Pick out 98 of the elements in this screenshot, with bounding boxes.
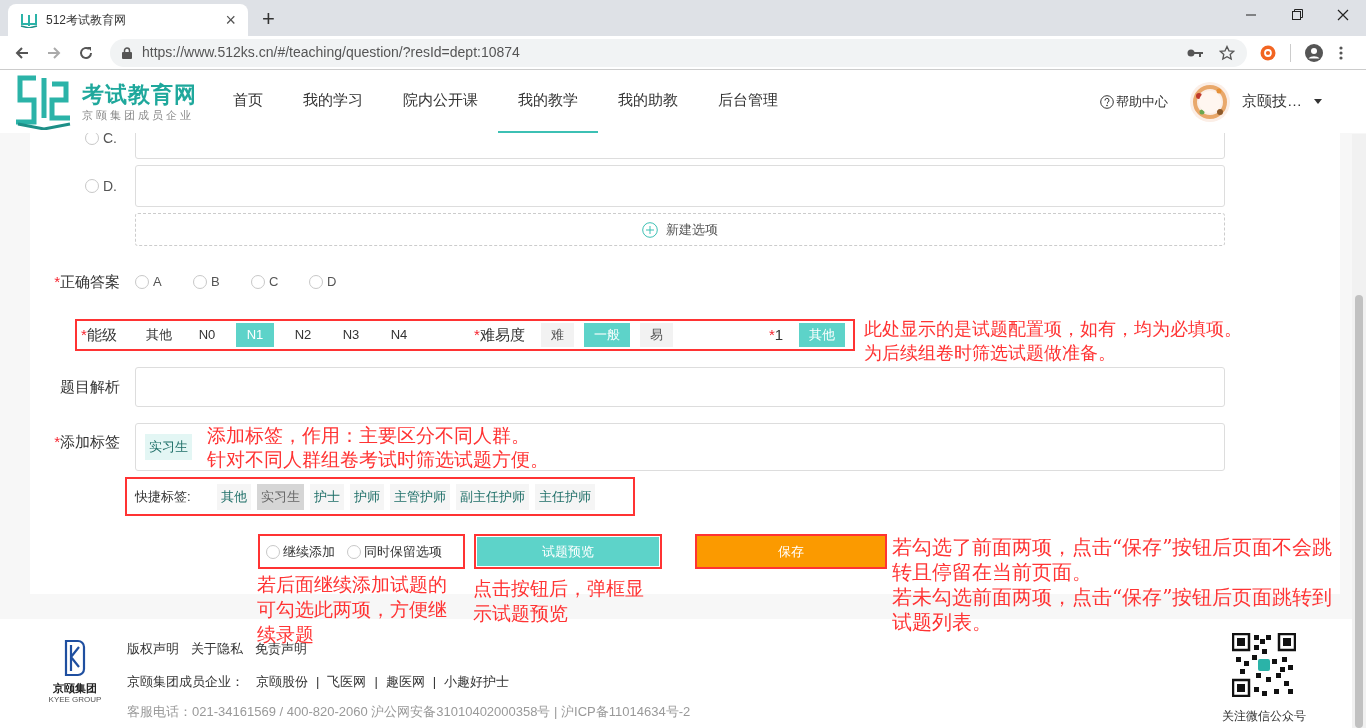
tag-chip[interactable]: 实习生 bbox=[145, 434, 192, 460]
footer-label: 京颐集团成员企业： bbox=[127, 672, 244, 691]
key-icon[interactable] bbox=[1187, 47, 1203, 58]
field-label: 快捷标签: bbox=[135, 487, 192, 506]
choice-label: A bbox=[153, 273, 162, 292]
quick-tag[interactable]: 护师 bbox=[350, 483, 384, 510]
more-menu-icon[interactable] bbox=[1339, 44, 1343, 61]
qr-code-drawing bbox=[1232, 633, 1296, 697]
brand-name: 考试教育网 bbox=[82, 81, 197, 108]
footer-link[interactable]: 关于隐私 bbox=[191, 639, 243, 659]
option-label: 同时保留选项 bbox=[364, 542, 442, 561]
radio-button[interactable] bbox=[347, 544, 361, 559]
option-tag[interactable]: N2 bbox=[284, 323, 322, 347]
profile-icon[interactable] bbox=[1305, 43, 1323, 62]
annotation-note: 此处显示的是试题配置项，如有，均为必填项。 bbox=[864, 317, 1243, 341]
star-icon[interactable] bbox=[1219, 44, 1235, 61]
separator-text: | bbox=[316, 672, 320, 691]
quick-tag[interactable]: 主管护师 bbox=[390, 483, 450, 510]
radio-button[interactable] bbox=[251, 275, 265, 289]
address-bar[interactable]: https://www.512ks.cn/#/teaching/question/?resId=dept:10874 bbox=[110, 38, 1247, 67]
field-label: 1 bbox=[774, 324, 784, 345]
field-label: 能级 bbox=[86, 324, 117, 345]
annotation-note: 若勾选了前面两项，点击“保存”按钮后页面不会跳转且停留在当前页面。 bbox=[892, 535, 1334, 585]
choice-label: B bbox=[211, 273, 220, 292]
book-icon bbox=[20, 12, 38, 28]
kyee-logo-icon bbox=[63, 639, 87, 677]
scrollbar-thumb[interactable] bbox=[1355, 295, 1363, 728]
separator-text: | bbox=[374, 672, 378, 691]
option-label: C. bbox=[103, 133, 117, 148]
footer-link[interactable]: 版权声明 bbox=[127, 639, 179, 659]
required-mark: * bbox=[769, 324, 775, 345]
choice-label: D bbox=[327, 273, 337, 292]
quick-tag[interactable]: 护士 bbox=[310, 483, 344, 510]
forward-icon[interactable] bbox=[46, 44, 62, 61]
required-mark: * bbox=[81, 324, 87, 345]
help-icon bbox=[1100, 94, 1114, 109]
nav-tab[interactable]: 首页 bbox=[213, 70, 283, 133]
separator-text: | bbox=[432, 672, 437, 691]
browser-tab[interactable]: 512考试教育网 × bbox=[8, 4, 248, 36]
field-label: 正确答案 bbox=[60, 271, 120, 292]
tab-title: 512考试教育网 bbox=[46, 12, 128, 29]
logo-text: 京颐集团 bbox=[53, 683, 97, 694]
brand-tagline: 京颐集团成员企业 bbox=[82, 107, 195, 122]
choice-label: C bbox=[269, 273, 279, 292]
required-mark: * bbox=[54, 271, 60, 292]
nav-tab[interactable]: 我的助教 bbox=[598, 70, 698, 133]
caret-icon[interactable] bbox=[1314, 99, 1322, 104]
option-tag[interactable]: 其他 bbox=[140, 323, 178, 347]
new-tab-button[interactable]: + bbox=[262, 8, 275, 30]
footer-link[interactable]: 小趣好护士 bbox=[444, 671, 510, 691]
field-label: 题目解析 bbox=[60, 376, 120, 397]
option-tag[interactable]: 难 bbox=[540, 323, 574, 347]
url-text: https://www.512ks.cn/#/teaching/question/?resId=dept:10874 bbox=[142, 43, 521, 62]
required-mark: * bbox=[54, 432, 60, 452]
quick-tag[interactable]: 主任护师 bbox=[535, 483, 595, 510]
analysis-input[interactable] bbox=[135, 367, 1225, 407]
contact-text: 客服电话：021-34161569 / 400-820-2060 沪公网安备31010402000358号 | 沪ICP备11014634号-2 bbox=[127, 703, 691, 721]
option-label: D. bbox=[103, 176, 117, 196]
annotation-note: 针对不同人群组卷考试时筛选试题方便。 bbox=[207, 447, 550, 471]
close-tab-button[interactable]: × bbox=[225, 11, 236, 29]
annotation-note: 添加标签，作用：主要区分不同人群。 bbox=[207, 423, 531, 447]
quick-tag[interactable]: 其他 bbox=[217, 483, 251, 510]
option-input[interactable] bbox=[135, 165, 1225, 207]
radio-button[interactable] bbox=[85, 179, 99, 193]
footer-link[interactable]: 趣医网 bbox=[385, 671, 425, 691]
radio-button[interactable] bbox=[266, 544, 280, 559]
field-label: 添加标签 bbox=[60, 432, 120, 452]
lock-icon bbox=[122, 46, 132, 59]
radio-button[interactable] bbox=[85, 133, 99, 145]
option-tag[interactable]: N3 bbox=[332, 323, 370, 347]
reload-icon[interactable] bbox=[78, 44, 94, 61]
required-mark: * bbox=[474, 324, 480, 345]
option-label: 继续添加 bbox=[283, 542, 335, 561]
user-name[interactable]: 京颐技… bbox=[1242, 90, 1302, 113]
option-tag[interactable]: 易 bbox=[639, 323, 673, 347]
radio-button[interactable] bbox=[135, 275, 149, 289]
footer-link[interactable]: 京颐股份 bbox=[256, 671, 308, 691]
extension-icon[interactable] bbox=[1260, 44, 1276, 61]
help-link[interactable]: 帮助中心 bbox=[1100, 91, 1168, 112]
annotation-note: 点击按钮后，弹框显示试题预览 bbox=[473, 576, 645, 626]
annotation-note: 若未勾选前面两项，点击“保存”按钮后页面跳转到试题列表。 bbox=[892, 585, 1334, 635]
back-icon[interactable] bbox=[14, 44, 30, 61]
plus-circle-icon bbox=[642, 221, 658, 238]
add-option-button[interactable]: 新建选项 bbox=[135, 213, 1225, 246]
quick-tag[interactable]: 副主任护师 bbox=[456, 483, 529, 510]
annotation-note: 若后面继续添加试题的可勾选此两项，方便继续录题 bbox=[257, 572, 448, 645]
nav-tab[interactable]: 我的学习 bbox=[283, 70, 383, 133]
logo-subtext: KYEE GROUP bbox=[48, 696, 102, 704]
field-label: 难易度 bbox=[479, 324, 525, 345]
radio-button[interactable] bbox=[309, 275, 323, 289]
qr-caption: 关注微信公众号 bbox=[1222, 708, 1306, 725]
annotation-note: 为后续组卷时筛选试题做准备。 bbox=[864, 341, 1117, 365]
footer-link[interactable]: 飞医网 bbox=[327, 671, 367, 691]
nav-tab[interactable]: 院内公开课 bbox=[383, 70, 498, 133]
radio-button[interactable] bbox=[193, 275, 207, 289]
option-tag[interactable]: N0 bbox=[188, 323, 226, 347]
option-tag[interactable]: N4 bbox=[380, 323, 418, 347]
nav-tab[interactable]: 后台管理 bbox=[698, 70, 798, 133]
